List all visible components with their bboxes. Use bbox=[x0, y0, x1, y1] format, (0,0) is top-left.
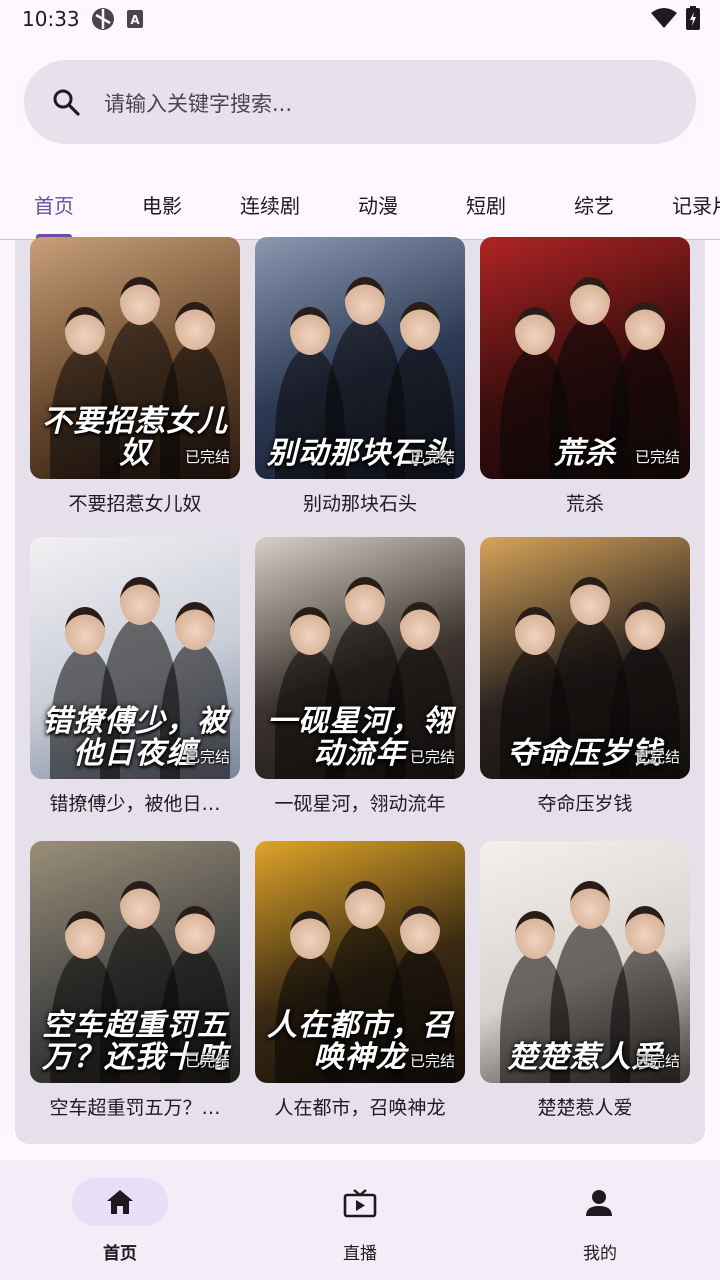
nav-label: 直播 bbox=[343, 1244, 377, 1264]
status-badge: 已完结 bbox=[409, 448, 455, 466]
video-card[interactable]: 空车超重罚五万？还我十吨 已完结空车超重罚五万？… bbox=[30, 841, 240, 1120]
status-badge: 已完结 bbox=[634, 448, 680, 466]
status-badge: 已完结 bbox=[409, 748, 455, 766]
poster-image[interactable]: 错撩傅少，被他日夜缠 已完结 bbox=[30, 537, 240, 779]
video-title[interactable]: 夺命压岁钱 bbox=[480, 789, 690, 816]
poster-image[interactable]: 人在都市，召唤神龙 已完结 bbox=[255, 841, 465, 1083]
search-input[interactable]: 请输入关键字搜索... bbox=[24, 60, 696, 144]
video-title[interactable]: 一砚星河，翎动流年 bbox=[255, 789, 465, 816]
bottom-navigation: 首页 直播 我的 bbox=[0, 1160, 720, 1280]
video-card[interactable]: 一砚星河，翎动流年 已完结一砚星河，翎动流年 bbox=[255, 537, 465, 816]
tab-3[interactable]: 动漫 bbox=[324, 190, 432, 219]
tab-2[interactable]: 连续剧 bbox=[216, 190, 324, 219]
status-badge: 已完结 bbox=[184, 748, 230, 766]
battery-icon bbox=[686, 6, 700, 34]
video-card[interactable]: 荒杀 已完结荒杀 bbox=[480, 237, 690, 516]
status-bar: 10:33 A bbox=[0, 0, 720, 40]
home-icon bbox=[104, 1188, 136, 1220]
video-title[interactable]: 别动那块石头 bbox=[255, 489, 465, 516]
poster-image[interactable]: 荒杀 已完结 bbox=[480, 237, 690, 479]
status-badge: 已完结 bbox=[184, 1052, 230, 1070]
status-badge: 已完结 bbox=[409, 1052, 455, 1070]
poster-image[interactable]: 别动那块石头 已完结 bbox=[255, 237, 465, 479]
poster-image[interactable]: 夺命压岁钱 已完结 bbox=[480, 537, 690, 779]
tab-5[interactable]: 综艺 bbox=[540, 190, 648, 219]
video-card[interactable]: 楚楚惹人爱 已完结楚楚惹人爱 bbox=[480, 841, 690, 1120]
video-card[interactable]: 人在都市，召唤神龙 已完结人在都市，召唤神龙 bbox=[255, 841, 465, 1120]
video-title[interactable]: 楚楚惹人爱 bbox=[480, 1093, 690, 1120]
video-title[interactable]: 空车超重罚五万？… bbox=[30, 1093, 240, 1120]
video-card[interactable]: 夺命压岁钱 已完结夺命压岁钱 bbox=[480, 537, 690, 816]
keyboard-a-icon: A bbox=[126, 9, 144, 33]
video-card[interactable]: 不要招惹女儿奴 已完结不要招惹女儿奴 bbox=[30, 237, 240, 516]
svg-text:A: A bbox=[130, 13, 140, 27]
tab-0[interactable]: 首页 bbox=[0, 190, 108, 219]
nav-item-0[interactable]: 首页 bbox=[0, 1178, 240, 1268]
video-title[interactable]: 荒杀 bbox=[480, 489, 690, 516]
vpn-icon bbox=[90, 6, 116, 36]
nav-item-1[interactable]: 直播 bbox=[240, 1178, 480, 1268]
video-title[interactable]: 人在都市，召唤神龙 bbox=[255, 1093, 465, 1120]
video-card[interactable]: 错撩傅少，被他日夜缠 已完结错撩傅少，被他日… bbox=[30, 537, 240, 816]
video-title[interactable]: 错撩傅少，被他日… bbox=[30, 789, 240, 816]
video-card[interactable]: 别动那块石头 已完结别动那块石头 bbox=[255, 237, 465, 516]
status-time: 10:33 bbox=[22, 7, 80, 31]
poster-image[interactable]: 不要招惹女儿奴 已完结 bbox=[30, 237, 240, 479]
search-icon bbox=[52, 88, 80, 120]
video-title[interactable]: 不要招惹女儿奴 bbox=[30, 489, 240, 516]
wifi-icon bbox=[650, 7, 678, 33]
tv-icon bbox=[343, 1188, 377, 1222]
nav-label: 我的 bbox=[583, 1244, 617, 1264]
poster-image[interactable]: 一砚星河，翎动流年 已完结 bbox=[255, 537, 465, 779]
search-placeholder: 请输入关键字搜索... bbox=[104, 92, 293, 116]
tab-4[interactable]: 短剧 bbox=[432, 190, 540, 219]
poster-image[interactable]: 空车超重罚五万？还我十吨 已完结 bbox=[30, 841, 240, 1083]
status-badge: 已完结 bbox=[184, 448, 230, 466]
status-badge: 已完结 bbox=[634, 1052, 680, 1070]
nav-item-2[interactable]: 我的 bbox=[480, 1178, 720, 1268]
status-badge: 已完结 bbox=[634, 748, 680, 766]
poster-image[interactable]: 楚楚惹人爱 已完结 bbox=[480, 841, 690, 1083]
content-grid: 不要招惹女儿奴 已完结不要招惹女儿奴 别动那块石头 已完结别动那块石头 荒杀 已完结荒杀错… bbox=[15, 237, 705, 1144]
person-icon bbox=[584, 1188, 614, 1222]
tab-1[interactable]: 电影 bbox=[108, 190, 216, 219]
nav-label: 首页 bbox=[103, 1244, 137, 1264]
tab-6[interactable]: 记录片 bbox=[648, 190, 720, 219]
category-tabs: 首页电影连续剧动漫短剧综艺记录片 bbox=[0, 168, 720, 240]
